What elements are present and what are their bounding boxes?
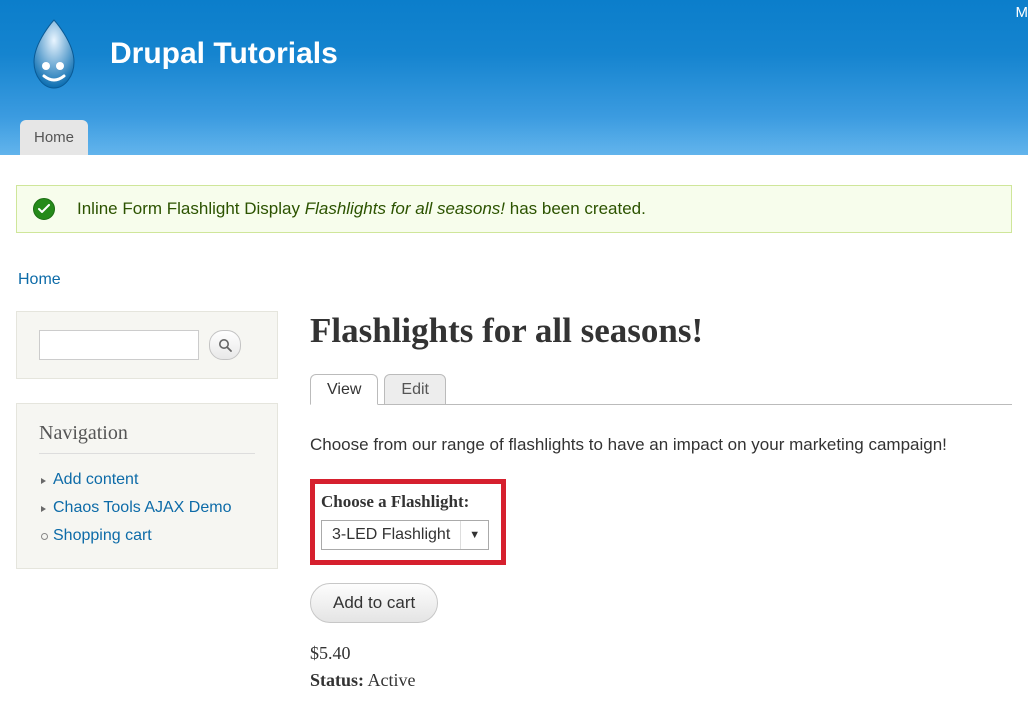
- add-to-cart-button[interactable]: Add to cart: [310, 583, 438, 623]
- status-message: Inline Form Flashlight Display Flashligh…: [16, 185, 1012, 233]
- site-header: M Drupal Tutorials Home: [0, 0, 1028, 155]
- flashlight-select[interactable]: 3-LED Flashlight ▼: [321, 520, 489, 550]
- page-title: Flashlights for all seasons!: [310, 311, 1012, 351]
- select-value: 3-LED Flashlight: [322, 526, 460, 544]
- product-description: Choose from our range of flashlights to …: [310, 435, 1012, 455]
- status-text: Inline Form Flashlight Display Flashligh…: [77, 199, 646, 219]
- drupal-logo[interactable]: [20, 18, 88, 90]
- variant-highlight: Choose a Flashlight: 3-LED Flashlight ▼: [310, 479, 506, 565]
- tab-view[interactable]: View: [310, 374, 378, 405]
- site-title[interactable]: Drupal Tutorials: [110, 37, 338, 71]
- sidebar: Navigation Add content Chaos Tools AJAX …: [16, 311, 278, 593]
- local-tabs: View Edit: [310, 373, 1012, 405]
- breadcrumb-home[interactable]: Home: [18, 271, 61, 288]
- chevron-down-icon: ▼: [460, 521, 488, 549]
- product-status: Status: Active: [310, 670, 1012, 691]
- main-content: Flashlights for all seasons! View Edit C…: [310, 311, 1012, 691]
- nav-link[interactable]: Chaos Tools AJAX Demo: [53, 499, 231, 516]
- search-button[interactable]: [209, 330, 241, 360]
- nav-item-add-content[interactable]: Add content: [39, 466, 255, 494]
- search-input[interactable]: [39, 330, 199, 360]
- choose-flashlight-label: Choose a Flashlight:: [321, 492, 489, 512]
- success-check-icon: [33, 198, 55, 220]
- product-price: $5.40: [310, 643, 1012, 664]
- breadcrumb: Home: [18, 271, 1012, 289]
- nav-item-shopping-cart[interactable]: Shopping cart: [39, 522, 255, 550]
- nav-link[interactable]: Shopping cart: [53, 527, 152, 544]
- top-right-fragment: M: [1016, 4, 1028, 21]
- nav-item-chaos-tools[interactable]: Chaos Tools AJAX Demo: [39, 494, 255, 522]
- nav-tab-home[interactable]: Home: [20, 120, 88, 155]
- tab-edit[interactable]: Edit: [384, 374, 446, 405]
- nav-link[interactable]: Add content: [53, 471, 138, 488]
- nav-block-title: Navigation: [39, 422, 255, 454]
- navigation-block: Navigation Add content Chaos Tools AJAX …: [16, 403, 278, 569]
- search-icon: [218, 338, 232, 352]
- search-block: [16, 311, 278, 379]
